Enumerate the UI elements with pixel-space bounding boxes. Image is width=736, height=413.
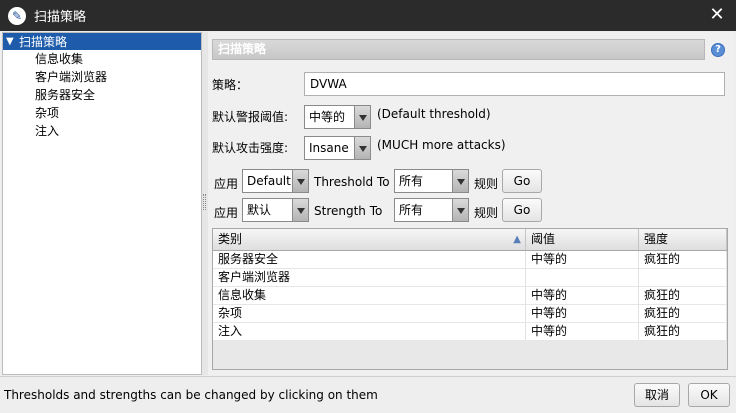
cell-strength[interactable] — [639, 269, 727, 286]
apply-threshold-scope-value: 所有 — [399, 174, 424, 188]
chevron-down-icon[interactable] — [292, 199, 308, 221]
tree-item-misc[interactable]: 杂项 — [3, 104, 201, 122]
chevron-down-icon[interactable] — [292, 170, 308, 192]
default-threshold-note: (Default threshold) — [377, 107, 491, 121]
cancel-button[interactable]: 取消 — [634, 383, 680, 407]
table-row[interactable]: 注入 中等的 疯狂的 — [213, 323, 727, 341]
tree-item-injection[interactable]: 注入 — [3, 122, 201, 140]
cell-category: 客户端浏览器 — [213, 269, 526, 286]
tree-item-server-security[interactable]: 服务器安全 — [3, 86, 201, 104]
divider-grip-icon — [203, 194, 206, 210]
tree-item-scan-policy[interactable]: ▼ 扫描策略 — [3, 33, 201, 50]
window-title: 扫描策略 — [34, 10, 87, 25]
cell-threshold[interactable] — [526, 269, 639, 286]
chevron-down-icon[interactable] — [354, 106, 370, 128]
column-header-category[interactable]: 类别 ▲ — [213, 229, 526, 250]
apply-strength-label: 应用 — [214, 206, 239, 220]
threshold-rules-label: 规则 — [474, 177, 499, 191]
status-text: Thresholds and strengths can be changed … — [4, 388, 378, 402]
ok-button[interactable]: OK — [688, 383, 730, 407]
policy-label: 策略： — [212, 78, 249, 92]
expand-toggle-icon[interactable]: ▼ — [6, 36, 19, 47]
default-threshold-select[interactable]: 中等的 — [304, 105, 371, 129]
sort-ascending-icon: ▲ — [513, 234, 521, 245]
dialog-footer: Thresholds and strengths can be changed … — [0, 376, 736, 413]
default-strength-note: (MUCH more attacks) — [377, 138, 506, 152]
apply-strength-level-select[interactable]: 默认 — [242, 198, 309, 222]
default-strength-select[interactable]: Insane — [304, 136, 371, 160]
close-button[interactable]: ✕ — [706, 5, 728, 25]
cell-category: 服务器安全 — [213, 251, 526, 268]
category-table: 类别 ▲ 阈值 强度 服务器安全 中等的 疯狂的 客户端浏览器 信息收集 中等的… — [212, 228, 728, 370]
help-icon[interactable]: ? — [711, 43, 725, 57]
cell-strength[interactable]: 疯狂的 — [639, 251, 727, 268]
chevron-down-icon[interactable] — [354, 137, 370, 159]
category-tree: ▼ 扫描策略 信息收集 客户端浏览器 服务器安全 杂项 注入 — [2, 32, 202, 375]
default-threshold-value: 中等的 — [309, 110, 346, 124]
app-logo-icon: ✎ — [8, 6, 26, 25]
policy-name-input[interactable]: DVWA — [304, 72, 725, 96]
cell-strength[interactable]: 疯狂的 — [639, 305, 727, 322]
apply-threshold-scope-select[interactable]: 所有 — [394, 169, 469, 193]
apply-strength-level-value: 默认 — [247, 203, 272, 217]
column-header-strength[interactable]: 强度 — [639, 229, 727, 250]
strength-rules-label: 规则 — [474, 206, 499, 220]
default-strength-value: Insane — [309, 141, 349, 155]
threshold-to-label: Threshold To — [314, 175, 390, 189]
table-row[interactable]: 信息收集 中等的 疯狂的 — [213, 287, 727, 305]
cell-threshold[interactable]: 中等的 — [526, 305, 639, 322]
column-label: 类别 — [218, 232, 243, 246]
cell-strength[interactable]: 疯狂的 — [639, 323, 727, 340]
default-threshold-label: 默认警报阈值: — [212, 110, 289, 124]
apply-threshold-label: 应用 — [214, 177, 239, 191]
cell-category: 注入 — [213, 323, 526, 340]
apply-strength-scope-value: 所有 — [399, 203, 424, 217]
tree-item-info-gathering[interactable]: 信息收集 — [3, 50, 201, 68]
cell-category: 杂项 — [213, 305, 526, 322]
tree-item-client-browser[interactable]: 客户端浏览器 — [3, 68, 201, 86]
column-header-threshold[interactable]: 阈值 — [526, 229, 639, 250]
apply-strength-scope-select[interactable]: 所有 — [394, 198, 469, 222]
title-bar: ✎ 扫描策略 ✕ — [0, 0, 736, 31]
cell-threshold[interactable]: 中等的 — [526, 287, 639, 304]
apply-threshold-go-button[interactable]: Go — [502, 169, 542, 193]
cell-threshold[interactable]: 中等的 — [526, 251, 639, 268]
strength-to-label: Strength To — [314, 204, 383, 218]
apply-strength-go-button[interactable]: Go — [502, 198, 542, 222]
apply-threshold-level-value: Default — [247, 174, 291, 188]
tree-root-label: 扫描策略 — [19, 35, 68, 49]
cell-strength[interactable]: 疯狂的 — [639, 287, 727, 304]
section-header: 扫描策略 — [212, 39, 705, 60]
chevron-down-icon[interactable] — [452, 170, 468, 192]
table-row[interactable]: 服务器安全 中等的 疯狂的 — [213, 251, 727, 269]
apply-threshold-level-select[interactable]: Default — [242, 169, 309, 193]
cell-threshold[interactable]: 中等的 — [526, 323, 639, 340]
policy-panel: 扫描策略 ? 策略： DVWA 默认警报阈值: 中等的 (Default thr… — [208, 32, 734, 375]
table-header: 类别 ▲ 阈值 强度 — [213, 229, 727, 251]
table-row[interactable]: 客户端浏览器 — [213, 269, 727, 287]
chevron-down-icon[interactable] — [452, 199, 468, 221]
cell-category: 信息收集 — [213, 287, 526, 304]
table-row[interactable]: 杂项 中等的 疯狂的 — [213, 305, 727, 323]
default-strength-label: 默认攻击强度: — [212, 141, 289, 155]
